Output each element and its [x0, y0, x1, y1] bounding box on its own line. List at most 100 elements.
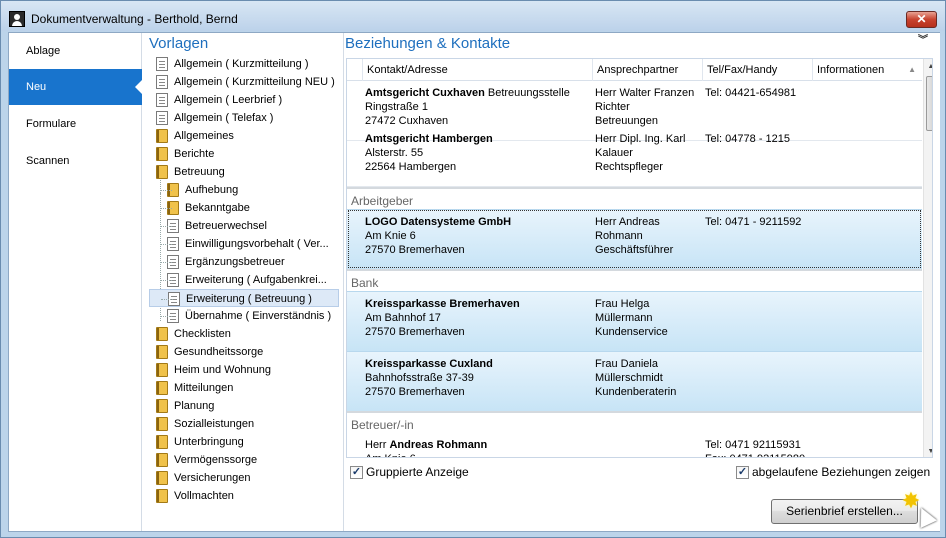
tree-item[interactable]: Betreuerwechsel [149, 217, 339, 235]
contact-row[interactable]: LOGO Datensysteme GmbH Am Knie 6 27570 Bre… [347, 209, 922, 269]
folder-icon [156, 489, 168, 503]
tree-item-label: Allgemein ( Telefax ) [174, 112, 274, 124]
tree-item-label: Übernahme ( Einverständnis ) [185, 310, 332, 322]
grouped-checkbox-box[interactable]: ✓ [350, 466, 363, 479]
column-header-informationen[interactable]: Informationen ▲ [812, 59, 922, 81]
expired-checkbox-label: abgelaufene Beziehungen zeigen [752, 465, 931, 479]
contact-row[interactable]: Kreissparkasse Cuxland Bahnhofsstraße 37-… [347, 351, 922, 411]
contact-street: Ringstraße 1 [365, 101, 428, 113]
folder-icon [156, 165, 168, 179]
tree-item-label: Betreuerwechsel [185, 220, 267, 232]
contact-person-line: Kundenberaterin [595, 386, 677, 398]
tree-item[interactable]: Allgemeines [144, 127, 339, 145]
title-bar[interactable]: Dokumentverwaltung - Berthold, Bernd ✕ [1, 1, 945, 31]
tree-item[interactable]: Unterbringung [144, 433, 339, 451]
folder-icon [156, 399, 168, 413]
contact-row[interactable]: Herr Andreas RohmannAm Knie 6 Tel: 0471 9… [347, 433, 922, 457]
folder-icon [156, 453, 168, 467]
contact-street: Am Knie 6 [365, 452, 416, 457]
contact-phone: Tel: 04778 - 1215 [705, 133, 791, 145]
close-button[interactable]: ✕ [906, 11, 937, 28]
scroll-down-icon[interactable]: ▼ [924, 444, 932, 457]
column-header-tel[interactable]: Tel/Fax/Handy [702, 59, 812, 81]
tree-item-label: Gesundheitssorge [174, 346, 264, 358]
vertical-scrollbar[interactable]: ▲ ▼ [923, 59, 932, 457]
tree-item[interactable]: Allgemein ( Kurzmitteilung ) [144, 55, 339, 73]
contact-person-line: Rohmann [595, 230, 643, 242]
contact-person-line: Herr Andreas [595, 216, 660, 228]
tree-item[interactable]: Übernahme ( Einverständnis ) [149, 307, 339, 325]
contact-row[interactable]: Amtsgericht Hambergen Alsterstr. 55 22564 … [347, 127, 922, 187]
contact-name: Kreissparkasse Cuxland [365, 358, 493, 370]
contact-person-line: Müllermann [595, 312, 653, 324]
tree-item[interactable]: Erweiterung ( Betreuung ) [149, 289, 339, 307]
contact-name: Herr Andreas Rohmann [365, 439, 488, 451]
vorlagen-panel: Vorlagen Allgemein ( Kurzmitteilung ) All… [142, 33, 344, 531]
contact-phone: Tel: 0471 - 9211592 [705, 216, 802, 228]
tree-item-label: Heim und Wohnung [174, 364, 272, 376]
expired-checkbox-box[interactable]: ✓ [736, 466, 749, 479]
tree-item[interactable]: Allgemein ( Kurzmitteilung NEU ) [144, 73, 339, 91]
contact-person-line: Betreuungen [595, 115, 658, 127]
contact-person-line: Kundenservice [595, 326, 668, 338]
column-header-kontakt[interactable]: Kontakt/Adresse [362, 59, 593, 81]
tree-item[interactable]: Einwilligungsvorbehalt ( Ver... [149, 235, 339, 253]
tree-item[interactable]: Versicherungen [144, 469, 339, 487]
tree-item[interactable]: Vollmachten [144, 487, 339, 505]
contact-person-line: Herr Dipl. Ing. Karl [595, 133, 686, 145]
column-header-ansprechpartner[interactable]: Ansprechpartner [592, 59, 703, 81]
contact-phone: Tel: 04421-654981 [705, 87, 797, 99]
tree-line [160, 262, 172, 263]
tree-item[interactable]: Allgemein ( Telefax ) [144, 109, 339, 127]
contact-person-line: Müllerschmidt [595, 372, 663, 384]
window-title: Dokumentverwaltung - Berthold, Bernd [31, 12, 238, 26]
tree-item[interactable]: Betreuung [144, 163, 339, 181]
nav-item-formulare[interactable]: Formulare [9, 106, 142, 142]
tree-item[interactable]: Sozialleistungen [144, 415, 339, 433]
tree-item[interactable]: Planung [144, 397, 339, 415]
tree-item-label: Betreuung [174, 166, 225, 178]
nav-item-neu[interactable]: Neu [9, 69, 143, 105]
contact-street: Alsterstr. 55 [365, 147, 424, 159]
app-user-icon [9, 11, 25, 27]
tree-item-label: Checklisten [174, 328, 231, 340]
scroll-up-icon[interactable]: ▲ [924, 59, 932, 74]
sort-asc-icon: ▲ [908, 65, 916, 74]
tree-item[interactable]: Ergänzungsbetreuer [149, 253, 339, 271]
grid-header: Kontakt/Adresse Ansprechpartner Tel/Fax/… [347, 59, 922, 81]
folder-icon [156, 471, 168, 485]
contact-person-line: Rechtspfleger [595, 161, 663, 173]
folder-icon [156, 147, 168, 161]
tree-item[interactable]: Bekanntgabe [149, 199, 339, 217]
collapse-icon[interactable]: ︾ [918, 36, 928, 46]
folder-icon [156, 327, 168, 341]
tree-item-label: Allgemein ( Kurzmitteilung ) [174, 58, 309, 70]
contact-person-line: Frau Daniela [595, 358, 658, 370]
scroll-thumb[interactable] [926, 76, 932, 131]
nav-item-scannen[interactable]: Scannen [9, 143, 142, 179]
tree-item[interactable]: Checklisten [144, 325, 339, 343]
tree-item[interactable]: Heim und Wohnung [144, 361, 339, 379]
tree-item[interactable]: Mitteilungen [144, 379, 339, 397]
contact-person-line: Geschäftsführer [595, 244, 674, 256]
group-header: Betreuer/-in [347, 411, 922, 433]
tree-item[interactable]: Aufhebung [149, 181, 339, 199]
contact-row[interactable]: Kreissparkasse Bremerhaven Am Bahnhof 17 2… [347, 291, 922, 351]
tree-item[interactable]: Allgemein ( Leerbrief ) [144, 91, 339, 109]
contact-city: 27570 Bremerhaven [365, 386, 465, 398]
tree-item[interactable]: Gesundheitssorge [144, 343, 339, 361]
serienbrief-button[interactable]: Serienbrief erstellen... [771, 499, 918, 524]
tree-item-label: Ergänzungsbetreuer [185, 256, 285, 268]
folder-icon [156, 435, 168, 449]
contact-phone: Fax: 0471 92115980 [705, 452, 805, 457]
nav-item-ablage[interactable]: Ablage [9, 33, 142, 69]
tree-item[interactable]: Vermögenssorge [144, 451, 339, 469]
folder-icon [156, 417, 168, 431]
vorlagen-title: Vorlagen [149, 35, 209, 52]
contact-name: LOGO Datensysteme GmbH [365, 216, 512, 228]
tree-item-label: Allgemein ( Kurzmitteilung NEU ) [174, 76, 335, 88]
tree-line [160, 280, 172, 281]
tree-item[interactable]: Berichte [144, 145, 339, 163]
folder-icon [156, 345, 168, 359]
tree-item[interactable]: Erweiterung ( Aufgabenkrei... [149, 271, 339, 289]
